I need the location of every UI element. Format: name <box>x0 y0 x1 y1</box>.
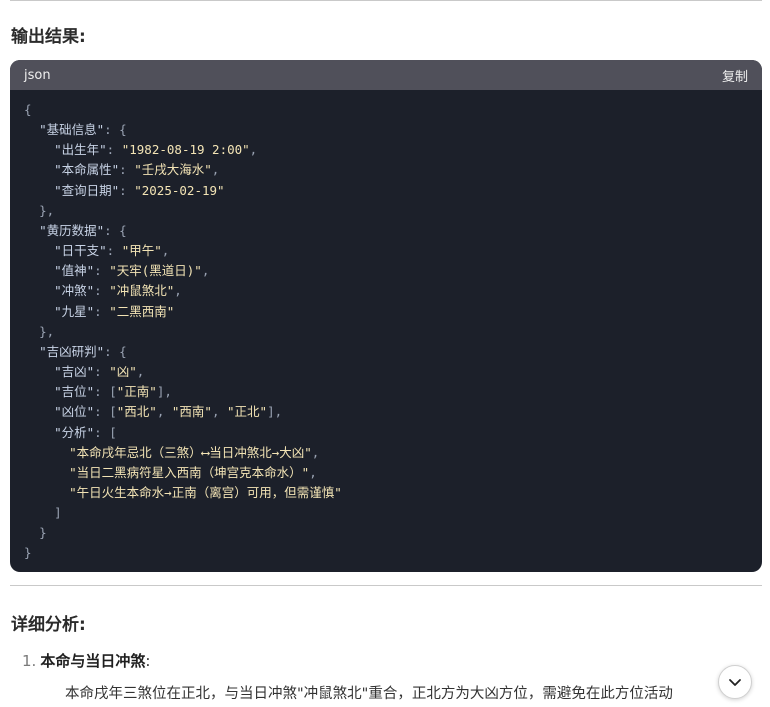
list-item-colon: : <box>145 652 151 670</box>
scroll-down-button[interactable] <box>718 665 752 699</box>
section-divider <box>10 585 762 586</box>
code-block-header: json 复制 <box>10 60 762 90</box>
section-title-analysis: 详细分析: <box>11 615 86 635</box>
code-content: { "基础信息": { "出生年": "1982-08-19 2:00", "本… <box>24 102 342 561</box>
list-item: 1. 本命与当日冲煞: <box>22 650 150 671</box>
analysis-paragraph: 本命戌年三煞位在正北，与当日冲煞"冲鼠煞北"重合，正北方为大凶方位，需避免在此方… <box>65 686 673 702</box>
list-number: 1. <box>22 652 37 670</box>
chevron-down-icon <box>729 679 741 686</box>
code-language-label: json <box>24 67 51 83</box>
section-title-output: 输出结果: <box>11 27 86 47</box>
code-block: json 复制 { "基础信息": { "出生年": "1982-08-19 2… <box>10 60 762 572</box>
copy-button[interactable]: 复制 <box>722 66 748 85</box>
list-item-title: 本命与当日冲煞 <box>40 652 146 670</box>
top-divider <box>10 0 762 1</box>
